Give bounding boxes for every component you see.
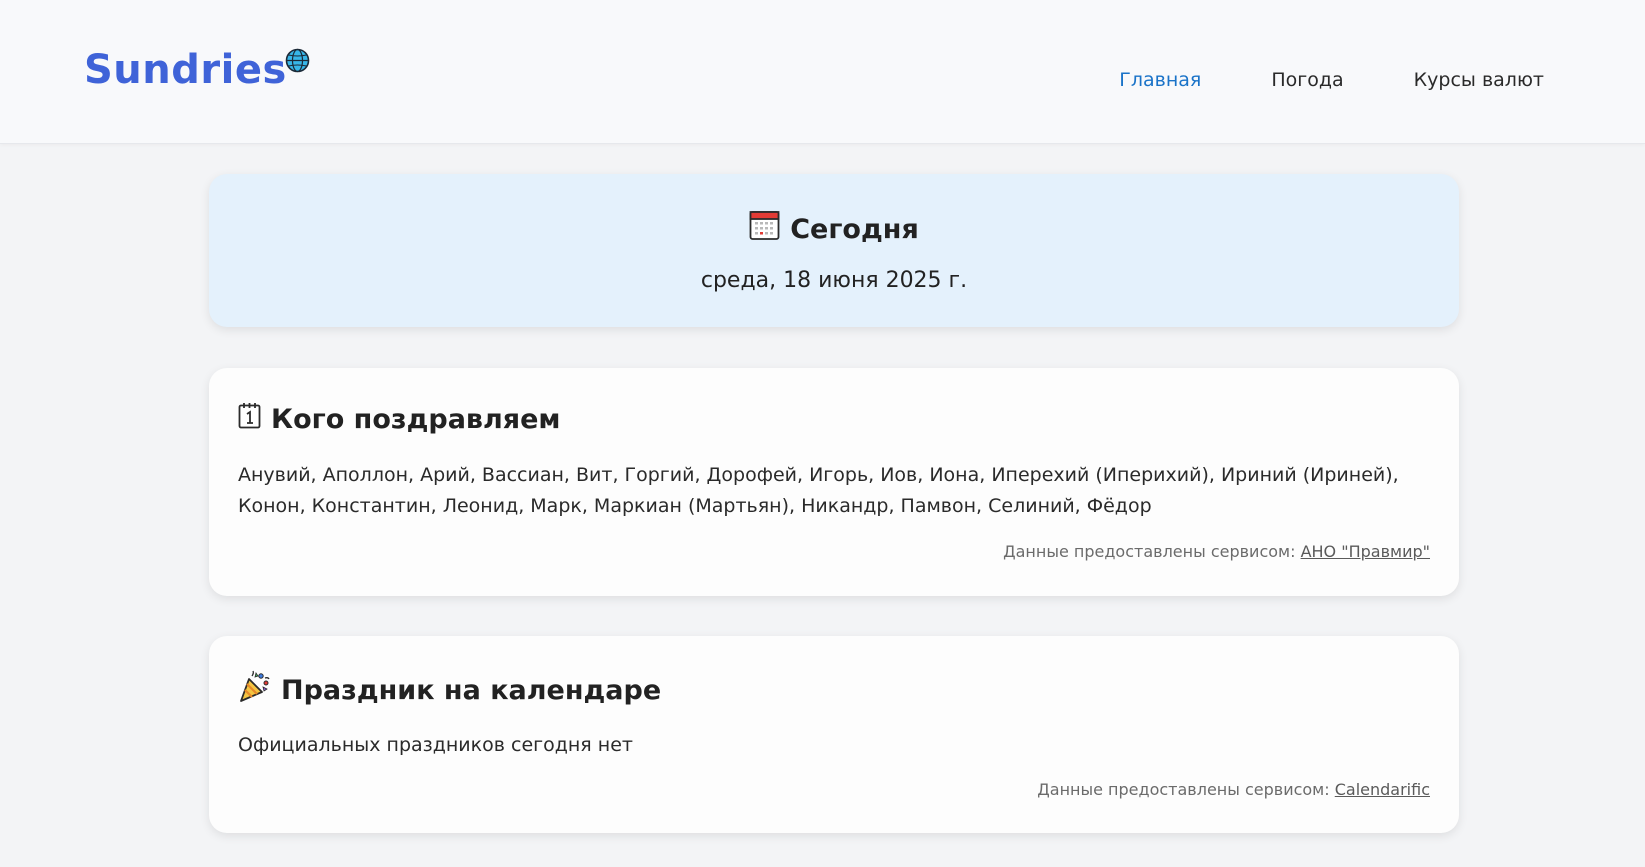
source-prefix: Данные предоставлены сервисом: — [1003, 542, 1296, 561]
logo-text: Sundries — [84, 47, 287, 93]
today-date: среда, 18 июня 2025 г. — [700, 268, 968, 293]
nav-item-currency[interactable]: Курсы валют — [1414, 66, 1544, 94]
name-days-list: Анувий, Аполлон, Арий, Вассиан, Вит, Гор… — [238, 464, 1399, 517]
today-card: Сегодня среда, 18 июня 2025 г. — [209, 174, 1459, 327]
source-link-pravmir[interactable]: АНО "Правмир" — [1301, 542, 1430, 561]
party-popper-icon — [238, 670, 271, 710]
today-title: Сегодня — [790, 213, 919, 245]
source-prefix: Данные предоставлены сервисом: — [1037, 780, 1330, 799]
site-header: Sundries Главная Погода Курсы валют — [0, 0, 1645, 144]
name-days-title: Кого поздравляем — [271, 403, 561, 435]
holiday-source: Данные предоставлены сервисом: Calendari… — [1037, 780, 1430, 799]
calendar-page-icon — [238, 402, 261, 436]
holiday-heading: Праздник на календаре — [238, 670, 661, 710]
holiday-text: Официальных праздников сегодня нет — [238, 734, 633, 756]
nav-item-home[interactable]: Главная — [1119, 66, 1201, 94]
today-heading: Сегодня — [209, 210, 1459, 248]
name-days-source: Данные предоставлены сервисом: АНО "Прав… — [1003, 542, 1430, 561]
main-nav: Главная Погода Курсы валют — [1119, 66, 1544, 94]
calendar-icon — [749, 210, 780, 248]
holiday-card: Праздник на календаре Официальных праздн… — [209, 636, 1459, 833]
site-logo[interactable]: Sundries — [84, 46, 310, 94]
name-days-heading: Кого поздравляем — [238, 402, 561, 436]
globe-icon — [285, 48, 310, 73]
nav-item-weather[interactable]: Погода — [1271, 66, 1343, 94]
name-days-card: Кого поздравляем Анувий, Аполлон, Арий, … — [209, 368, 1459, 596]
holiday-title: Праздник на календаре — [281, 674, 662, 706]
source-link-calendarific[interactable]: Calendarific — [1335, 780, 1430, 799]
